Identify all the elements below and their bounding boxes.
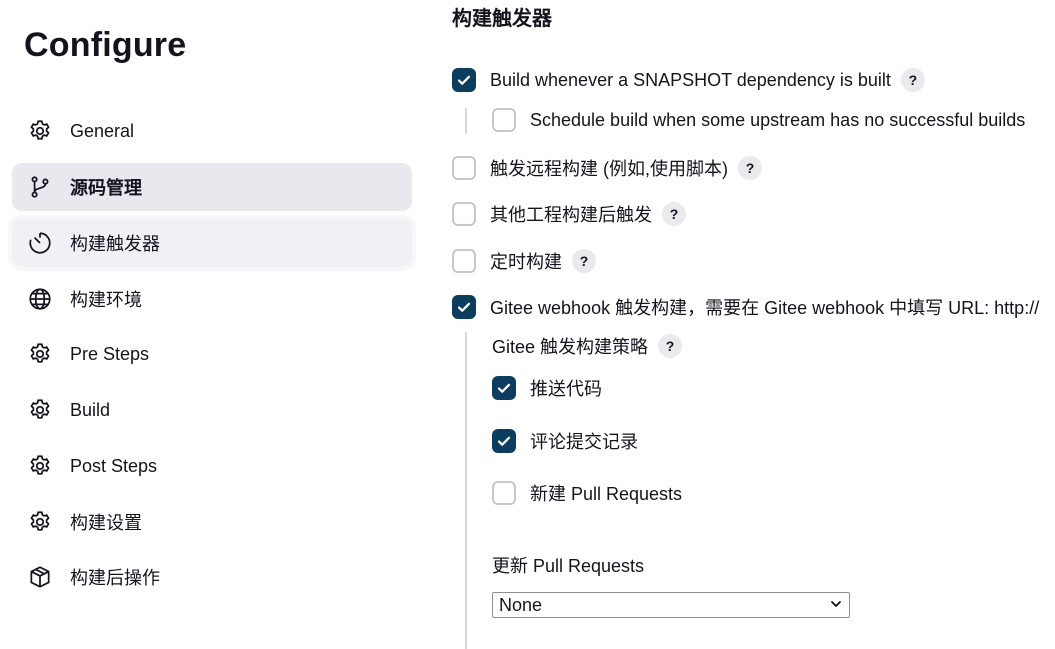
- push-code-checkbox[interactable]: [492, 376, 516, 400]
- help-icon[interactable]: ?: [662, 202, 686, 226]
- push-code-label[interactable]: 推送代码: [530, 375, 602, 401]
- check-icon: [497, 436, 511, 446]
- package-icon: [26, 563, 54, 591]
- gear-icon: [26, 452, 54, 480]
- option-snapshot: Build whenever a SNAPSHOT dependency is …: [452, 68, 925, 92]
- new-pr-checkbox[interactable]: [492, 481, 516, 505]
- help-icon[interactable]: ?: [572, 249, 596, 273]
- option-gitee-webhook: Gitee webhook 触发构建，需要在 Gitee webhook 中填写…: [452, 294, 1039, 320]
- sidebar-item-build[interactable]: Build: [12, 386, 412, 434]
- snapshot-checkbox[interactable]: [452, 68, 476, 92]
- check-icon: [457, 302, 471, 312]
- gitee-strategy-label: Gitee 触发构建策略: [492, 337, 649, 357]
- update-pr-selected-value: None: [499, 594, 543, 615]
- gitee-strategy-heading: Gitee 触发构建策略 ?: [492, 333, 683, 359]
- upstream-label[interactable]: Schedule build when some upstream has no…: [530, 110, 1025, 131]
- sidebar-item-label: Post Steps: [70, 455, 158, 476]
- check-icon: [497, 383, 511, 393]
- gear-icon: [26, 340, 54, 368]
- section-title: 构建触发器: [452, 8, 552, 30]
- remote-trigger-checkbox[interactable]: [452, 156, 476, 180]
- after-other-label[interactable]: 其他工程构建后触发: [490, 201, 652, 227]
- option-periodic-build: 定时构建 ?: [452, 248, 596, 274]
- help-icon[interactable]: ?: [658, 334, 683, 358]
- option-comment-commit: 评论提交记录: [492, 428, 638, 454]
- option-after-other-projects: 其他工程构建后触发 ?: [452, 201, 686, 227]
- gitee-webhook-label[interactable]: Gitee webhook 触发构建，需要在 Gitee webhook 中填写…: [490, 294, 1039, 320]
- upstream-checkbox[interactable]: [492, 108, 516, 132]
- nested-guide-line: [465, 108, 467, 134]
- nested-guide-line: [465, 332, 467, 649]
- gear-icon: [26, 396, 54, 424]
- page-title: Configure: [24, 26, 187, 64]
- after-other-checkbox[interactable]: [452, 202, 476, 226]
- gear-icon: [26, 508, 54, 536]
- sidebar-item-scm[interactable]: 源码管理: [12, 163, 412, 211]
- chevron-down-icon: [829, 595, 843, 616]
- sidebar-item-post-build-actions[interactable]: 构建后操作: [12, 553, 412, 601]
- option-new-pull-requests: 新建 Pull Requests: [492, 480, 682, 506]
- snapshot-label[interactable]: Build whenever a SNAPSHOT dependency is …: [490, 70, 891, 91]
- sidebar-item-label: 构建设置: [70, 513, 142, 533]
- sidebar-item-build-settings[interactable]: 构建设置: [12, 498, 412, 546]
- option-push-code: 推送代码: [492, 375, 602, 401]
- sidebar-item-label: 构建环境: [70, 290, 142, 310]
- help-icon[interactable]: ?: [900, 68, 925, 92]
- sidebar-item-label: General: [70, 120, 135, 141]
- sidebar-item-label: Pre Steps: [70, 343, 150, 364]
- sidebar-item-build-triggers[interactable]: 构建触发器: [12, 219, 412, 267]
- globe-icon: [26, 285, 54, 313]
- sidebar-item-label: 构建后操作: [70, 568, 160, 588]
- timer-icon: [26, 229, 54, 257]
- check-icon: [457, 75, 471, 85]
- sidebar-item-post-steps[interactable]: Post Steps: [12, 442, 412, 490]
- option-remote-trigger: 触发远程构建 (例如,使用脚本) ?: [452, 155, 762, 181]
- sidebar-item-build-environment[interactable]: 构建环境: [12, 275, 412, 323]
- comment-commit-checkbox[interactable]: [492, 429, 516, 453]
- git-branch-icon: [26, 173, 54, 201]
- sidebar-item-general[interactable]: General: [12, 107, 412, 155]
- update-pr-label: 更新 Pull Requests: [492, 556, 645, 576]
- update-pr-heading: 更新 Pull Requests: [492, 552, 644, 578]
- update-pr-select[interactable]: None: [492, 592, 850, 618]
- remote-trigger-label[interactable]: 触发远程构建 (例如,使用脚本): [490, 155, 728, 181]
- comment-commit-label[interactable]: 评论提交记录: [530, 428, 638, 454]
- sidebar-item-label: 构建触发器: [70, 234, 160, 254]
- sidebar-item-label: Build: [70, 399, 111, 420]
- option-upstream: Schedule build when some upstream has no…: [492, 108, 1025, 132]
- sidebar-item-label: 源码管理: [70, 178, 142, 198]
- new-pr-label[interactable]: 新建 Pull Requests: [530, 480, 682, 506]
- periodic-build-label[interactable]: 定时构建: [490, 248, 562, 274]
- sidebar-item-pre-steps[interactable]: Pre Steps: [12, 330, 412, 378]
- gitee-webhook-checkbox[interactable]: [452, 295, 476, 319]
- help-icon[interactable]: ?: [738, 156, 762, 180]
- gear-icon: [26, 117, 54, 145]
- periodic-build-checkbox[interactable]: [452, 249, 476, 273]
